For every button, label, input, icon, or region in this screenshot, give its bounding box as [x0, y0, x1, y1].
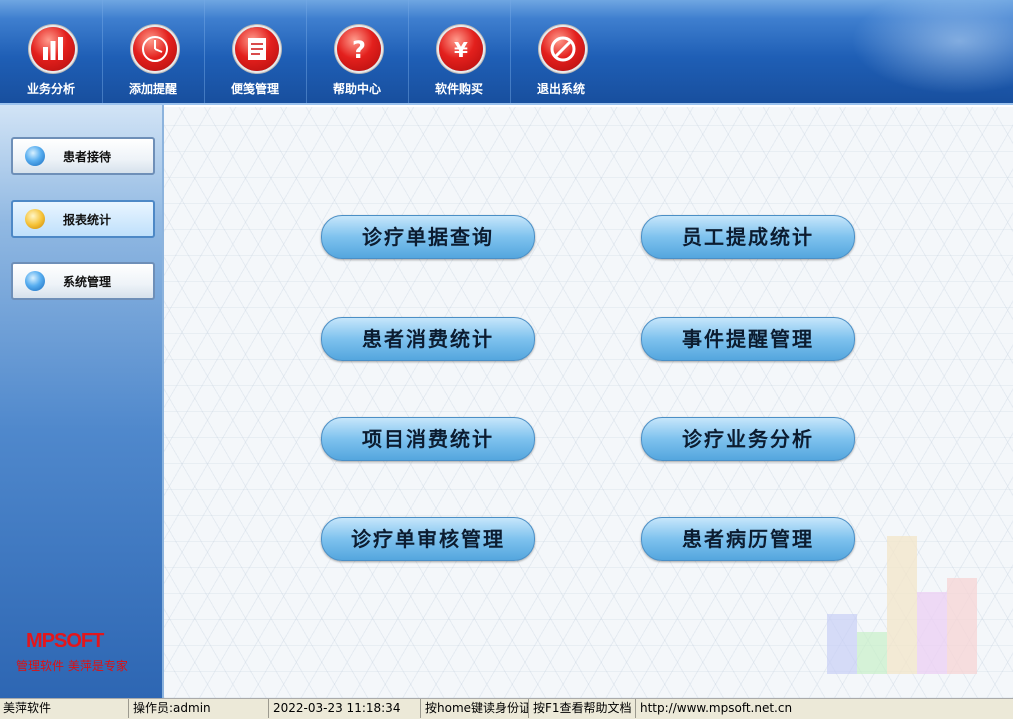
- orb-icon: [25, 271, 45, 291]
- add-reminder-label: 添加提醒: [128, 82, 177, 96]
- note-management-button[interactable]: 便笺管理: [204, 0, 307, 103]
- help-center-label: 帮助中心: [332, 82, 381, 96]
- sidebar-item-system-management[interactable]: 系统管理: [11, 262, 155, 300]
- yen-icon: ¥: [439, 27, 483, 71]
- treatment-document-query-button[interactable]: 诊疗单据查询: [321, 215, 535, 259]
- exit-system-button[interactable]: 退出系统: [510, 0, 612, 103]
- flask-decoration: [833, 0, 1013, 103]
- event-reminder-management-button[interactable]: 事件提醒管理: [641, 317, 855, 361]
- status-operator: 操作员:admin: [130, 699, 269, 718]
- status-hint-home: 按home键读身份证: [422, 699, 529, 718]
- note-management-label: 便笺管理: [230, 82, 279, 96]
- mpsoft-logo: MPSOFT: [26, 630, 104, 652]
- orb-icon: [25, 146, 45, 166]
- note-icon: [235, 27, 279, 71]
- sidebar: 患者接待 报表统计 系统管理 MPSOFT 管理软件 美萍是专家: [0, 105, 164, 698]
- purchase-software-button[interactable]: ¥ 软件购买: [408, 0, 511, 103]
- exit-system-label: 退出系统: [536, 82, 585, 96]
- business-analysis-button[interactable]: 业务分析: [0, 0, 103, 103]
- item-consumption-stats-button[interactable]: 项目消费统计: [321, 417, 535, 461]
- status-app-name: 美萍软件: [0, 699, 129, 718]
- treatment-business-analysis-button[interactable]: 诊疗业务分析: [641, 417, 855, 461]
- decorative-bar-chart-icon: [827, 536, 977, 674]
- purchase-software-label: 软件购买: [434, 82, 483, 96]
- help-center-button[interactable]: ? 帮助中心: [306, 0, 409, 103]
- question-icon: ?: [337, 27, 381, 71]
- status-url: http://www.mpsoft.net.cn: [640, 701, 793, 715]
- svg-text:¥: ¥: [454, 38, 468, 62]
- patient-records-management-button[interactable]: 患者病历管理: [641, 517, 855, 561]
- treatment-audit-management-button[interactable]: 诊疗单审核管理: [321, 517, 535, 561]
- status-bar: 美萍软件 操作员:admin 2022-03-23 11:18:34 按home…: [0, 698, 1013, 719]
- sidebar-item-label: 报表统计: [63, 213, 112, 227]
- bar-chart-icon: [31, 27, 75, 71]
- orb-icon: [25, 209, 45, 229]
- sidebar-item-label: 患者接待: [63, 150, 112, 164]
- add-reminder-button[interactable]: 添加提醒: [102, 0, 205, 103]
- business-analysis-label: 业务分析: [26, 82, 75, 96]
- sidebar-item-reports[interactable]: 报表统计: [11, 200, 155, 238]
- sidebar-item-label: 系统管理: [63, 275, 112, 289]
- patient-consumption-stats-button[interactable]: 患者消费统计: [321, 317, 535, 361]
- sidebar-item-patient-reception[interactable]: 患者接待: [11, 137, 155, 175]
- forbidden-icon: [541, 27, 585, 71]
- svg-text:?: ?: [352, 36, 366, 64]
- clock-icon: [133, 27, 177, 71]
- top-toolbar: 业务分析 添加提醒 便笺管理 ? 帮助中心 ¥ 软件购买 退出系统: [0, 0, 1013, 105]
- slogan: 管理软件 美萍是专家: [16, 659, 128, 673]
- status-datetime: 2022-03-23 11:18:34: [270, 699, 421, 718]
- main-panel: 诊疗单据查询 员工提成统计 患者消费统计 事件提醒管理 项目消费统计 诊疗业务分…: [164, 107, 1013, 698]
- staff-commission-stats-button[interactable]: 员工提成统计: [641, 215, 855, 259]
- status-hint-f1: 按F1查看帮助文档: [530, 699, 636, 718]
